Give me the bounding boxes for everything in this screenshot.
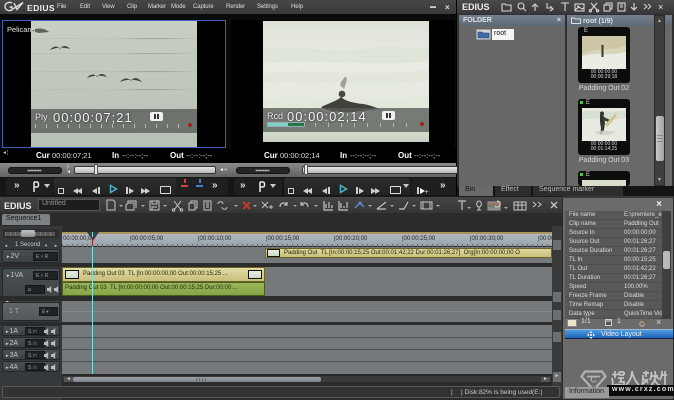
svg-text:C: C [590,375,597,385]
